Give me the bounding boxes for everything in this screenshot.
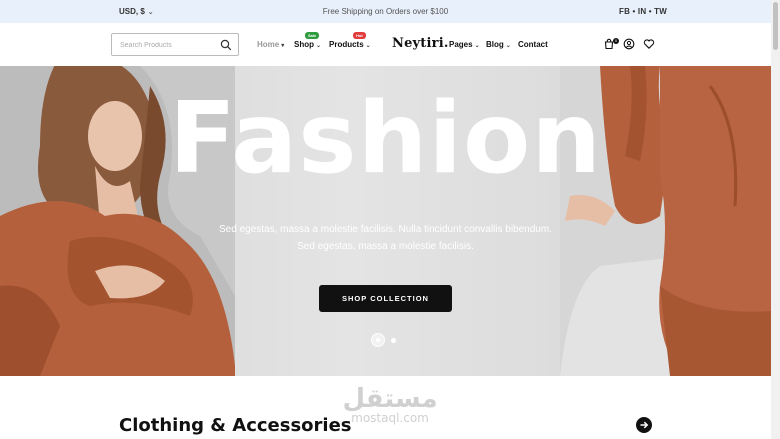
watermark-arabic: مستقل xyxy=(342,384,438,414)
search-box[interactable] xyxy=(111,33,239,56)
chevron-down-icon: ⌄ xyxy=(474,43,480,49)
nav-contact[interactable]: Contact xyxy=(518,40,548,49)
nav-pages-label: Pages xyxy=(449,40,473,49)
nav-shop[interactable]: Shop ⌄ xyxy=(294,40,321,49)
site-logo[interactable]: Neytiri. xyxy=(392,36,449,51)
hero-slider: Fashion Sed egestas, massa a molestie fa… xyxy=(0,66,771,376)
hero-subtitle-line2: Sed egestas, massa a molestie facilisis. xyxy=(297,241,474,252)
chevron-down-icon: ⌄ xyxy=(365,43,371,49)
hero-subtitle-line1: Sed egestas, massa a molestie facilisis.… xyxy=(219,224,552,235)
slider-dot[interactable] xyxy=(391,338,396,343)
next-arrow-button[interactable] xyxy=(636,417,652,433)
top-bar: USD, $ ⌄ Free Shipping on Orders over $10… xyxy=(0,0,771,23)
section-title: Clothing & Accessories xyxy=(119,415,352,436)
nav-home[interactable]: Home ▾ xyxy=(257,40,284,49)
user-icon[interactable] xyxy=(623,38,635,50)
cart-count-badge: 0 xyxy=(613,38,619,44)
search-input[interactable] xyxy=(120,38,220,52)
slider-dot-active[interactable] xyxy=(371,333,385,347)
nav-blog-label: Blog xyxy=(486,40,504,49)
hot-badge: Hot xyxy=(353,32,366,39)
arrow-right-icon xyxy=(640,421,649,429)
nav-shop-label: Shop xyxy=(294,40,314,49)
heart-icon[interactable] xyxy=(643,38,655,50)
nav-home-label: Home xyxy=(257,40,280,49)
nav-pages[interactable]: Pages ⌄ xyxy=(449,40,480,49)
shop-collection-button[interactable]: SHOP COLLECTION xyxy=(319,285,452,312)
chevron-down-icon: ⌄ xyxy=(505,43,511,49)
scrollbar[interactable] xyxy=(771,0,780,439)
hero-title: Fashion xyxy=(168,82,603,196)
watermark: مستقل mostaql.com xyxy=(340,386,440,425)
sale-badge: Sale xyxy=(305,32,320,39)
chevron-down-icon: ▾ xyxy=(281,43,285,49)
watermark-latin: mostaql.com xyxy=(351,411,429,425)
site-header: Home▾ Sale Shop⌄ Hot Products⌄ Neytiri. … xyxy=(0,23,771,66)
nav-blog[interactable]: Blog ⌄ xyxy=(486,40,511,49)
search-icon[interactable] xyxy=(220,39,232,51)
nav-products[interactable]: Products ⌄ xyxy=(329,40,371,49)
nav-products-label: Products xyxy=(329,40,364,49)
social-links[interactable]: FB • IN • TW xyxy=(619,7,667,16)
scrollbar-thumb[interactable] xyxy=(773,2,778,50)
chevron-down-icon: ⌄ xyxy=(316,43,322,49)
